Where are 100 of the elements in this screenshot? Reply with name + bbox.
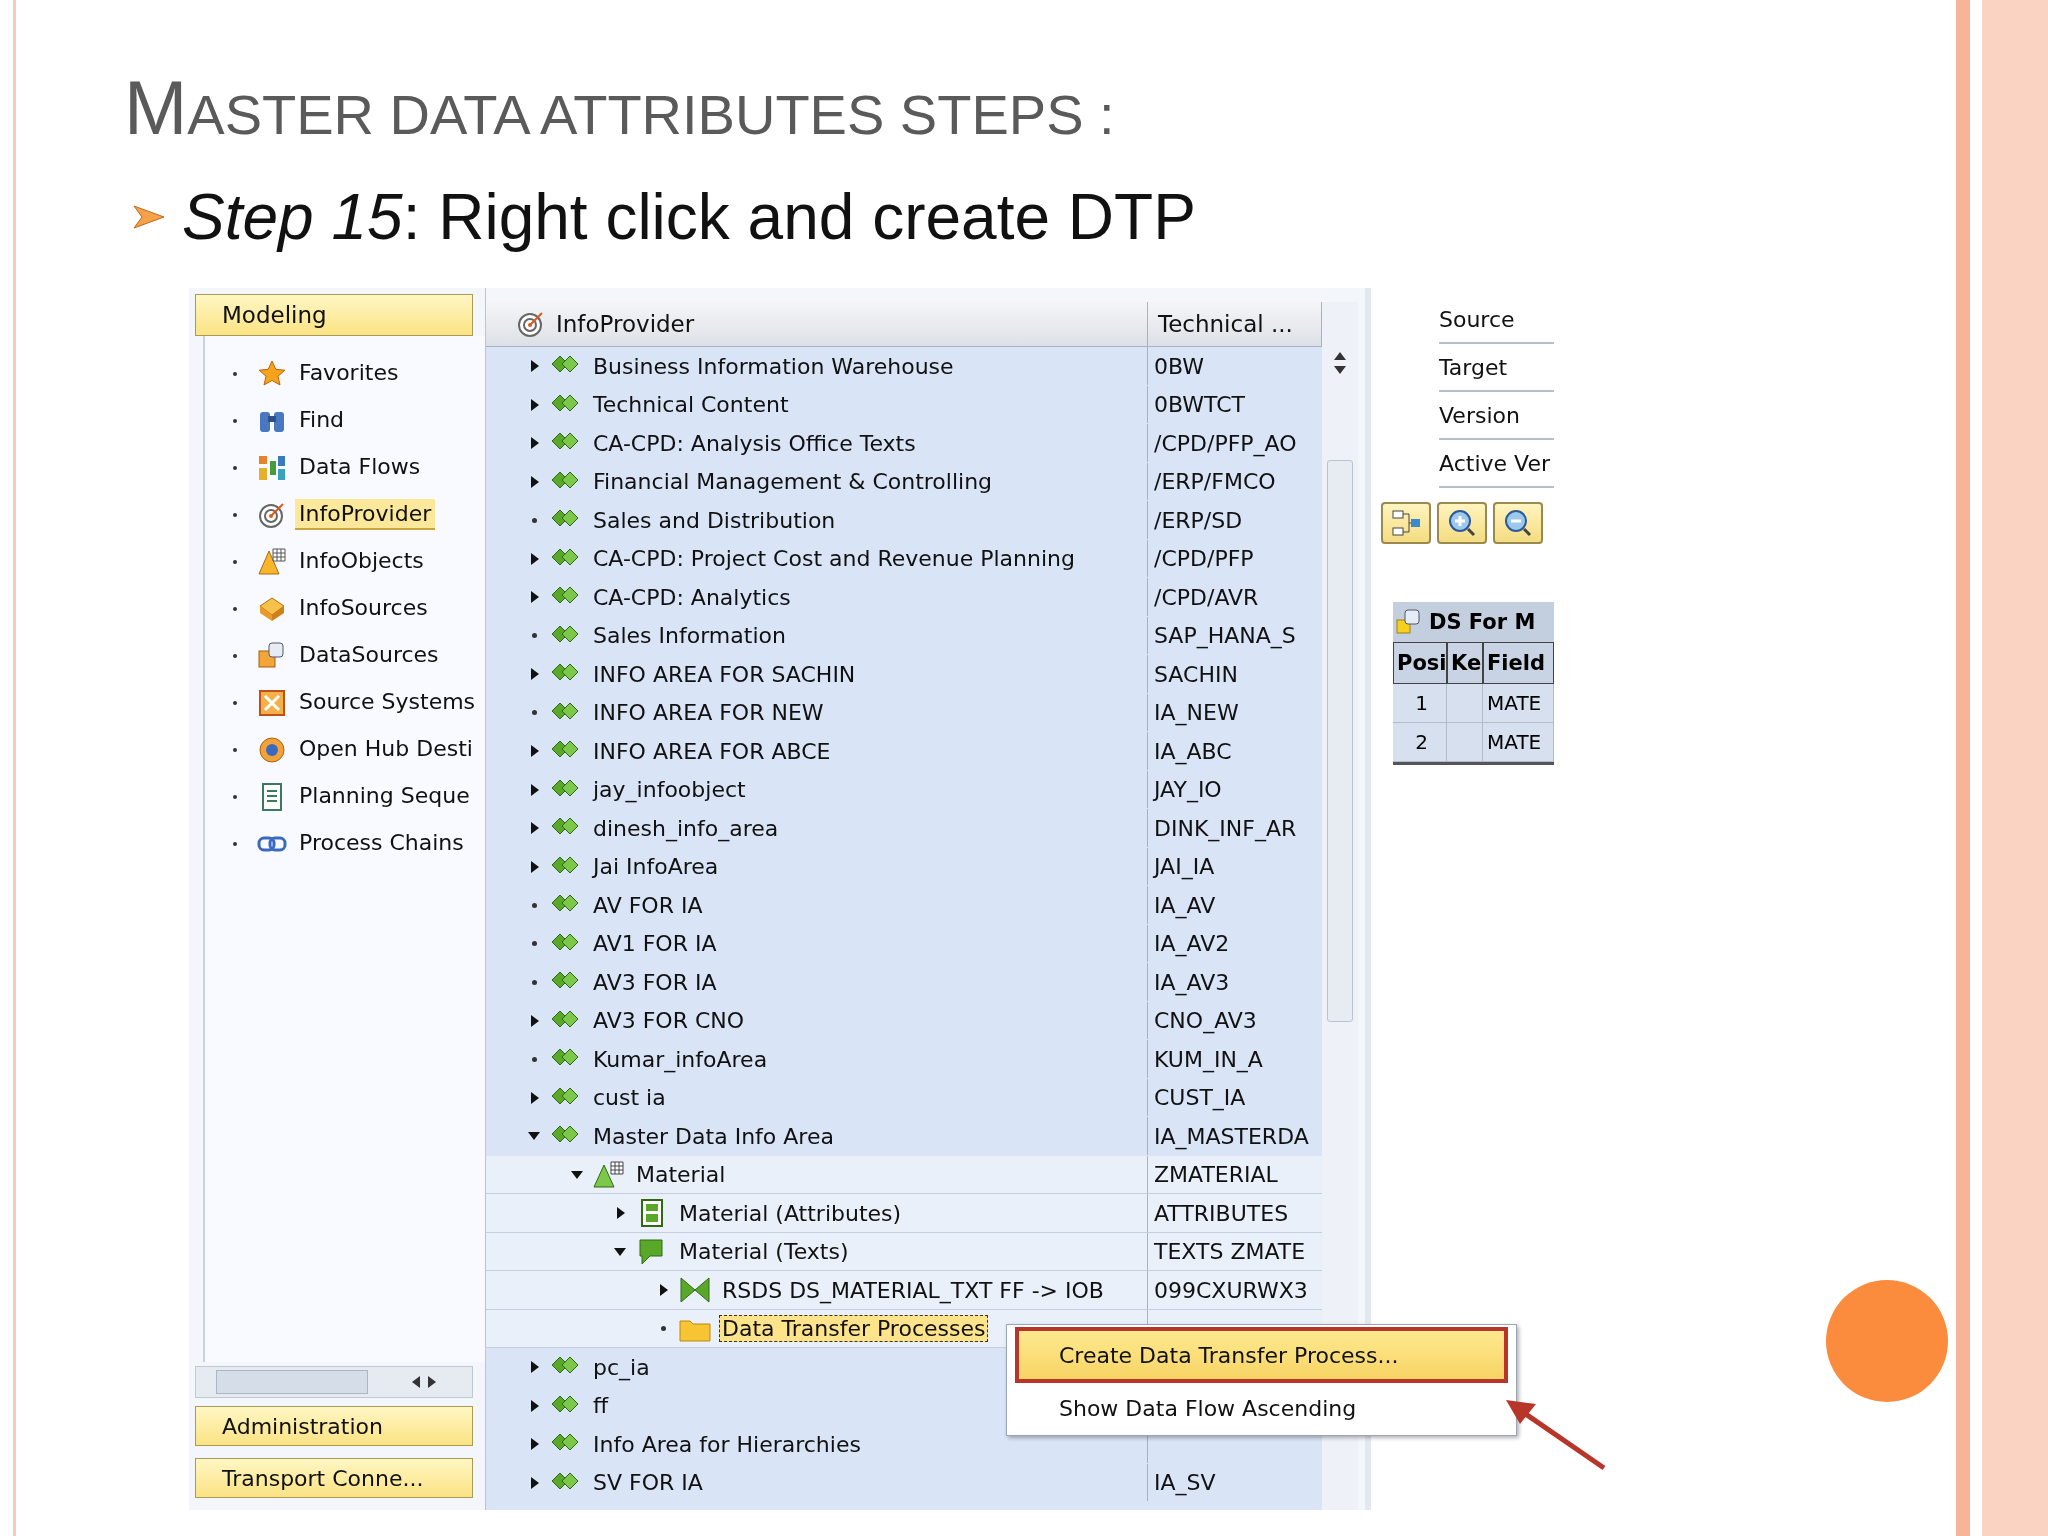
hierarchy-icon [1391,509,1421,538]
scroll-down-icon[interactable] [1334,366,1346,375]
technical-name: /CPD/AVR [1154,584,1259,610]
column-header: Technical ... [1148,302,1322,348]
tree-node[interactable]: SV FOR IA [590,1469,706,1497]
table-cell: MATE [1483,684,1554,724]
technical-name: /ERP/FMCO [1154,469,1276,495]
horizontal-scrollbar[interactable] [195,1366,473,1399]
tree-node[interactable]: Jai InfoArea [590,853,722,881]
technical-name: 0BWTCT [1154,392,1245,418]
step-heading: Step 15: Right click and create DTP [182,182,1196,253]
nav-item[interactable]: InfoSources [295,593,432,625]
tree-node[interactable]: INFO AREA FOR ABCE [590,737,834,765]
tree-node[interactable]: Business Information Warehouse [590,352,957,380]
target-icon [516,309,546,340]
technical-name: /CPD/PFP_AO [1154,430,1297,456]
tree-node[interactable]: Technical Content [590,391,792,419]
field-label: Version [1439,392,1554,441]
tree-node[interactable]: AV3 FOR CNO [590,1007,748,1035]
nav-item[interactable]: Data Flows [295,452,425,484]
field-label: Active Ver [1439,440,1554,489]
star-icon [257,358,287,389]
technical-name: SAP_HANA_S [1154,623,1296,649]
tree-node[interactable]: CA-CPD: Analytics [590,583,794,611]
nav-item[interactable]: InfoProvider [295,499,436,531]
tree-node[interactable]: INFO AREA FOR NEW [590,699,827,727]
bowtie-icon [679,1276,711,1305]
column-header: Ke [1447,642,1483,685]
technical-name: JAY_IO [1154,777,1222,803]
tree-node[interactable]: Master Data Info Area [590,1122,837,1150]
technical-name: ZMATERIAL [1154,1162,1278,1188]
tree-node[interactable]: Info Area for Hierarchies [590,1430,864,1458]
technical-name: SACHIN [1154,661,1238,687]
menu-item[interactable]: Create Data Transfer Process... [1015,1327,1508,1384]
crossed-box-icon [257,687,287,718]
nav-item[interactable]: Open Hub Desti [295,734,477,766]
triangle-icon [257,546,287,577]
hierarchy-button[interactable] [1381,502,1431,545]
technical-name: IA_ABC [1154,738,1232,764]
nav-item[interactable]: Source Systems [295,687,480,719]
technical-name: /CPD/PFP [1154,546,1254,572]
tree-node[interactable]: Sales Information [590,622,789,650]
tree-node[interactable]: cust ia [590,1084,669,1112]
tree-node[interactable]: RSDS DS_MATERIAL_TXT FF -> IOB [719,1276,1107,1304]
modeling-button[interactable]: Modeling [195,294,473,337]
tree-node[interactable]: Financial Management & Controlling [590,468,996,496]
zoom-in-button[interactable] [1437,502,1487,545]
scroll-left-icon[interactable] [412,1376,420,1389]
tree-node[interactable]: Kumar_infoArea [590,1045,771,1073]
scroll-right-icon[interactable] [428,1376,436,1389]
nav-section-button[interactable]: Administration [195,1406,473,1447]
nav-item[interactable]: Find [295,405,349,437]
technical-name: TEXTS ZMATE [1154,1239,1306,1265]
technical-name: IA_SV [1154,1470,1216,1496]
nav-section-button[interactable]: Transport Conne... [195,1458,473,1499]
tree-node[interactable]: pc_ia [590,1353,653,1381]
tree-node[interactable]: AV FOR IA [590,891,706,919]
zoom-in-icon [1447,508,1477,539]
technical-name: CUST_IA [1154,1085,1246,1111]
tree-node[interactable]: dinesh_info_area [590,814,782,842]
tree-node[interactable]: CA-CPD: Project Cost and Revenue Planning [590,545,1078,573]
tree-node[interactable]: ff [590,1392,612,1420]
column-header: Posi [1393,642,1447,685]
tree-node[interactable]: AV3 FOR IA [590,968,720,996]
field-label: Target [1439,344,1554,393]
empty-cell [1447,723,1483,763]
tree-node[interactable]: jay_infoobject [590,776,749,804]
technical-name: CNO_AV3 [1154,1008,1257,1034]
tree-node[interactable]: Data Transfer Processes [719,1315,989,1343]
nav-item[interactable]: Process Chains [295,828,468,860]
technical-name: IA_AV3 [1154,969,1230,995]
table-title: DS For M [1429,610,1536,635]
zoom-out-button[interactable] [1493,502,1543,545]
tree-node[interactable]: Material [633,1161,729,1189]
plug-icon [257,640,287,671]
zoom-out-icon [1503,508,1533,539]
tree-node[interactable]: INFO AREA FOR SACHIN [590,660,859,688]
tree-node[interactable]: Sales and Distribution [590,506,839,534]
technical-name: KUM_IN_A [1154,1046,1263,1072]
column-title: InfoProvider [556,311,695,338]
nav-item[interactable]: DataSources [295,640,443,672]
technical-name: JAI_IA [1154,854,1215,880]
datasource-icon [1395,608,1423,637]
nav-item[interactable]: InfoObjects [295,546,428,578]
scroll-up-icon[interactable] [1334,352,1346,361]
tree-node[interactable]: CA-CPD: Analysis Office Texts [590,429,919,457]
technical-name: 0BW [1154,353,1205,379]
technical-name: IA_MASTERDA [1154,1123,1309,1149]
triangle-icon [593,1160,625,1189]
technical-name: DINK_INF_AR [1154,815,1297,841]
nav-item[interactable]: Favorites [295,358,403,390]
tree-node[interactable]: Material (Texts) [676,1238,852,1266]
technical-name: ATTRIBUTES [1154,1200,1289,1226]
tree-node[interactable]: AV1 FOR IA [590,930,720,958]
technical-name: 099CXURWX3 [1154,1277,1308,1303]
nav-item[interactable]: Planning Seque [295,781,474,813]
table-cell: 2 [1393,723,1447,763]
slide-title: MASTER DATA ATTRIBUTES STEPS : [124,70,1116,146]
technical-name: IA_AV [1154,892,1216,918]
tree-node[interactable]: Material (Attributes) [676,1199,905,1227]
